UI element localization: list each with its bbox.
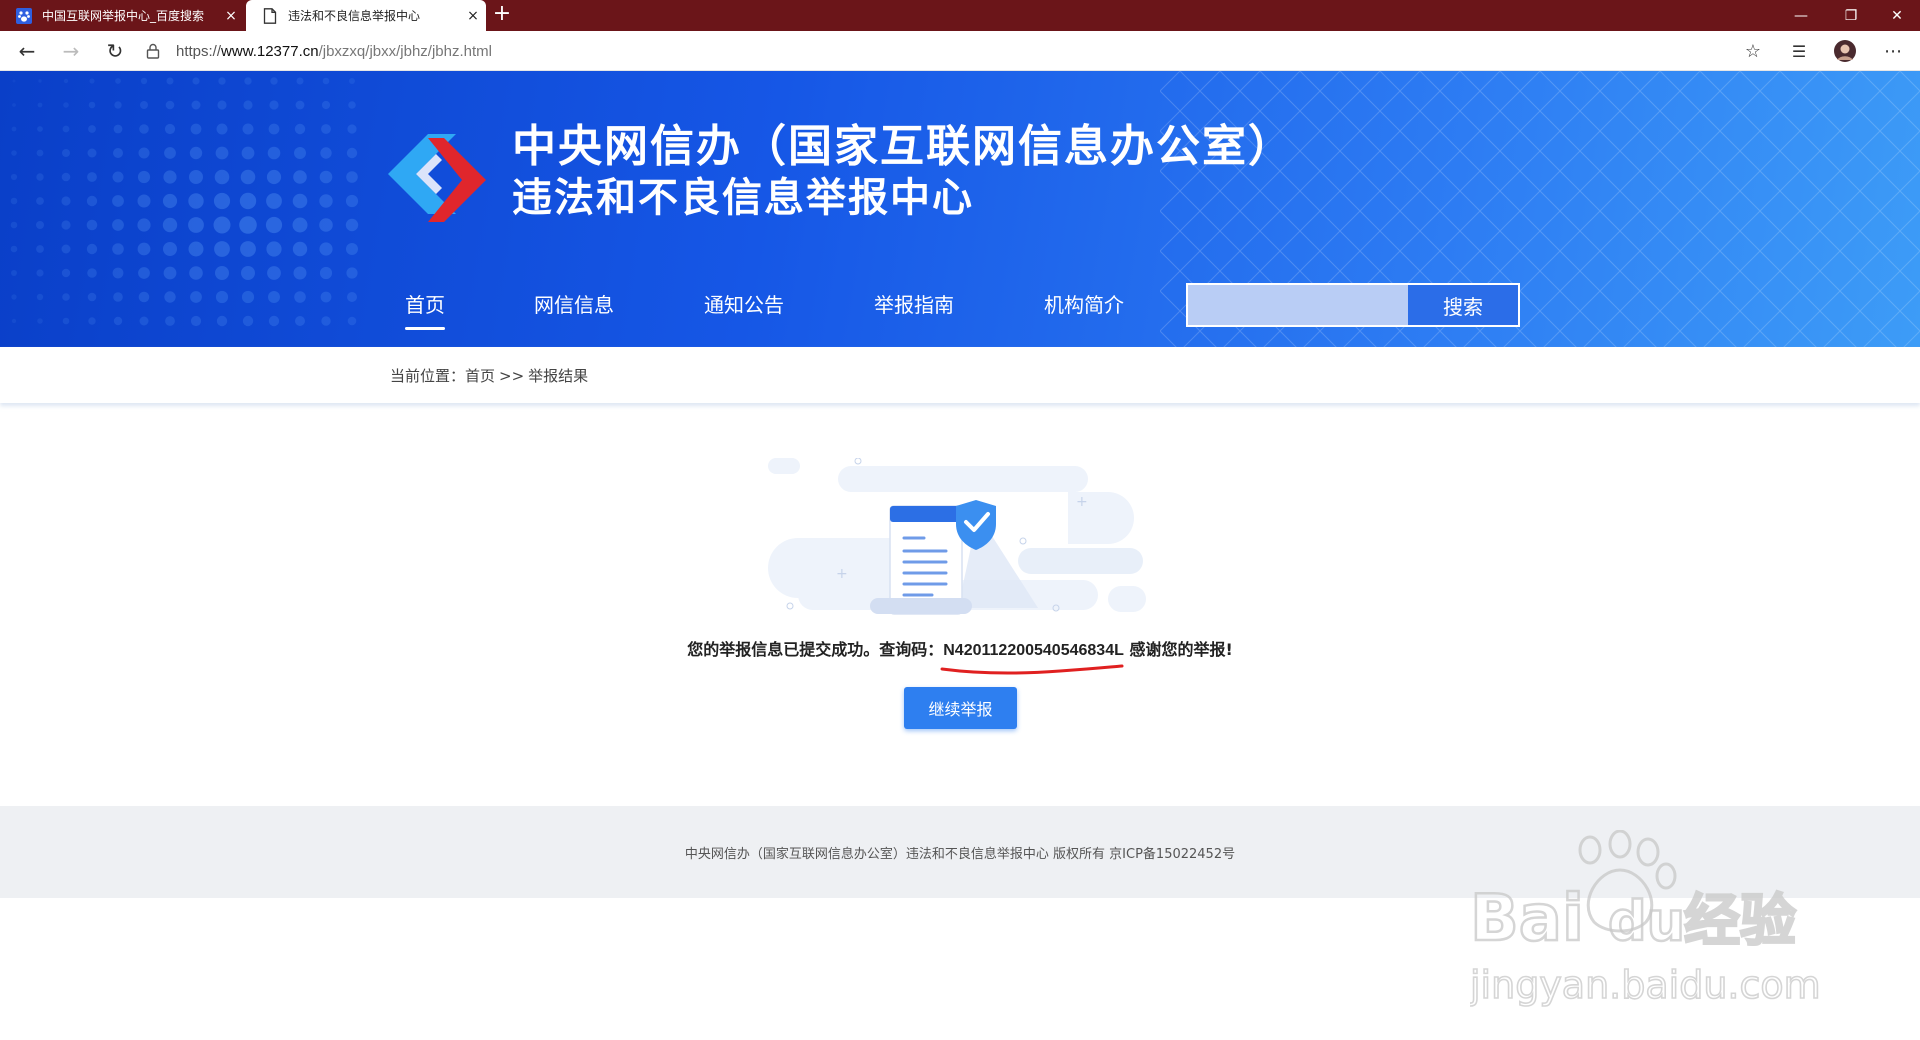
baidu-paw-icon (16, 7, 32, 24)
breadcrumb-home-link[interactable]: 首页 (465, 367, 495, 385)
tab-title: 中国互联网举报中心_百度搜索 (42, 9, 205, 23)
tab-title: 违法和不良信息举报中心 (288, 9, 421, 23)
svg-text:du: du (1608, 890, 1685, 953)
nav-announcements[interactable]: 通知公告 (704, 289, 784, 318)
browser-toolbar: ← → ↻ https://www.12377.cn/jbxzxq/jbxx/j… (0, 31, 1920, 71)
new-tab-button[interactable]: + (490, 3, 514, 27)
svg-text:jingyan.baidu.com: jingyan.baidu.com (1470, 963, 1821, 1007)
favorite-star-icon[interactable]: ☆ (1738, 37, 1768, 65)
breadcrumb-current: 举报结果 (528, 367, 589, 385)
minimize-button[interactable]: — (1778, 0, 1824, 31)
profile-avatar[interactable] (1830, 37, 1860, 65)
nav-report-guide[interactable]: 举报指南 (874, 289, 954, 318)
query-code: N420112200540546834L (943, 642, 1124, 659)
nav-home[interactable]: 首页 (405, 289, 445, 330)
nav-cyber-info[interactable]: 网信信息 (534, 289, 614, 318)
lock-icon (142, 40, 164, 62)
site-subtitle: 违法和不良信息举报中心 (512, 175, 974, 221)
refresh-button[interactable]: ↻ (100, 37, 130, 65)
submission-result-message: 您的举报信息已提交成功。查询码：N420112200540546834L 感谢您… (0, 636, 1920, 660)
red-underline-annotation (940, 664, 1124, 675)
svg-text:+: + (1076, 494, 1088, 510)
baidu-jingyan-watermark: Bai du 经验 jingyan.baidu.com (1470, 830, 1821, 1008)
restore-button[interactable]: ❐ (1828, 0, 1874, 31)
close-tab-icon[interactable]: × (460, 8, 486, 24)
url-scheme: https:// (176, 42, 222, 60)
site-title: 中央网信办（国家互联网信息办公室） (512, 121, 1294, 172)
url-host: www.12377.cn (221, 42, 319, 60)
document-icon (262, 7, 278, 24)
submission-success-illustration: + + (768, 458, 1146, 615)
browser-tab-baidu-search[interactable]: 中国互联网举报中心_百度搜索 × (0, 0, 244, 31)
more-options-icon[interactable]: ⋯ (1878, 37, 1908, 65)
back-button[interactable]: ← (12, 37, 42, 65)
site-header-banner: 中央网信办（国家互联网信息办公室） 违法和不良信息举报中心 首页 网信信息 通知… (0, 71, 1920, 347)
site-search: 搜索 (1186, 283, 1520, 327)
nav-about[interactable]: 机构简介 (1044, 289, 1124, 318)
browser-tab-report-center[interactable]: 违法和不良信息举报中心 × (246, 0, 486, 31)
breadcrumb-bar: 当前位置：首页 >> 举报结果 (0, 347, 1920, 403)
result-message-text: 您的举报信息已提交成功。查询码： (687, 640, 944, 659)
favorites-list-icon[interactable]: ☰ (1784, 37, 1814, 65)
svg-text:+: + (836, 566, 848, 582)
breadcrumb-prefix: 当前位置： (390, 367, 466, 385)
address-bar[interactable]: https://www.12377.cn/jbxzxq/jbxx/jbhz/jb… (142, 36, 1768, 66)
browser-tab-bar: 中国互联网举报中心_百度搜索 × 违法和不良信息举报中心 × + — ❐ ✕ (0, 0, 1920, 31)
continue-report-button[interactable]: 继续举报 (904, 687, 1017, 729)
dot-pattern-decoration (10, 77, 359, 327)
breadcrumb-separator: >> (499, 367, 525, 385)
breadcrumb: 当前位置：首页 >> 举报结果 (390, 365, 588, 386)
svg-text:Bai: Bai (1470, 882, 1584, 956)
svg-text:经验: 经验 (1684, 889, 1796, 954)
url-text: https://www.12377.cn/jbxzxq/jbxx/jbhz/jb… (176, 43, 492, 60)
search-input[interactable] (1188, 285, 1408, 325)
url-path: /jbxzxq/jbxx/jbhz/jbhz.html (318, 42, 492, 60)
search-button[interactable]: 搜索 (1408, 285, 1518, 325)
window-close-button[interactable]: ✕ (1874, 0, 1920, 31)
site-logo (388, 134, 486, 222)
result-thanks-text: 感谢您的举报! (1123, 640, 1233, 659)
close-tab-icon[interactable]: × (218, 8, 244, 24)
forward-button[interactable]: → (56, 37, 86, 65)
